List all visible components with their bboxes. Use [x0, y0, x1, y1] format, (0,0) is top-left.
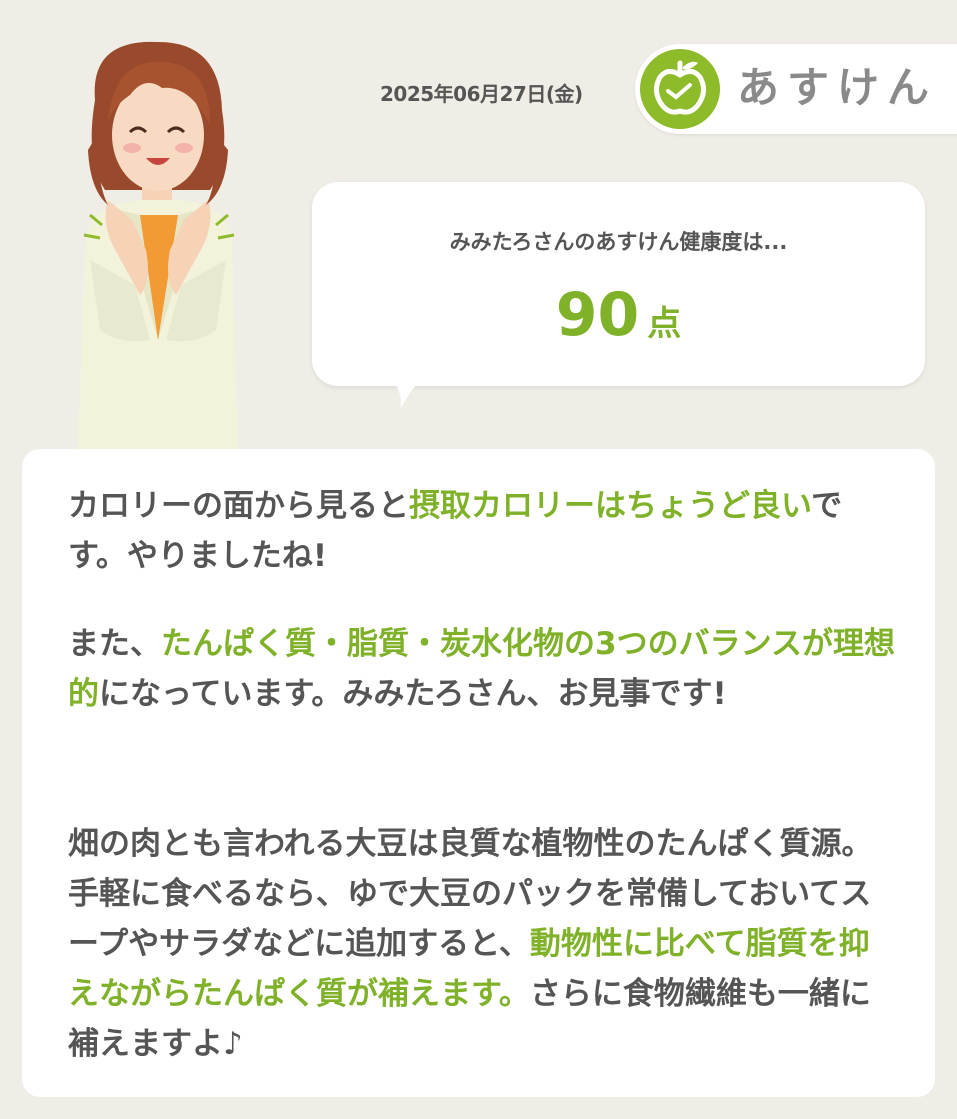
paragraph-highlight: 摂取カロリーはちょうど良い — [409, 488, 812, 524]
app-logo: あすけん — [635, 44, 957, 134]
paragraph-text: カロリーの面から見ると — [68, 488, 409, 524]
message-paragraph-soybean: 畑の肉とも言われる大豆は良質な植物性のたんぱく質源。手軽に食べるなら、ゆで大豆の… — [68, 819, 898, 1069]
message-card: カロリーの面から見ると摂取カロリーはちょうど良いです。やりましたね! また、たん… — [22, 449, 935, 1097]
apple-logo-icon — [640, 49, 720, 129]
score-display: 90 点 — [312, 280, 925, 350]
score-label: みみたろさんのあすけん健康度は... — [449, 230, 788, 254]
app-name: あすけん — [737, 63, 938, 112]
paragraph-text: また、 — [68, 626, 161, 662]
date-label: 2025年06月27日(金) — [380, 82, 583, 106]
score-bubble: みみたろさんのあすけん健康度は... 90 点 — [312, 182, 925, 386]
score-value: 90 — [555, 280, 640, 350]
score-unit: 点 — [647, 304, 682, 344]
bubble-tail — [388, 376, 426, 410]
message-paragraph-balance: また、たんぱく質・脂質・炭水化物の3つのバランスが理想的になっています。みみたろ… — [68, 619, 898, 719]
advisor-avatar — [60, 40, 260, 450]
paragraph-text: になっています。みみたろさん、お見事です! — [99, 676, 727, 712]
message-paragraph-calories: カロリーの面から見ると摂取カロリーはちょうど良いです。やりましたね! — [68, 481, 898, 581]
